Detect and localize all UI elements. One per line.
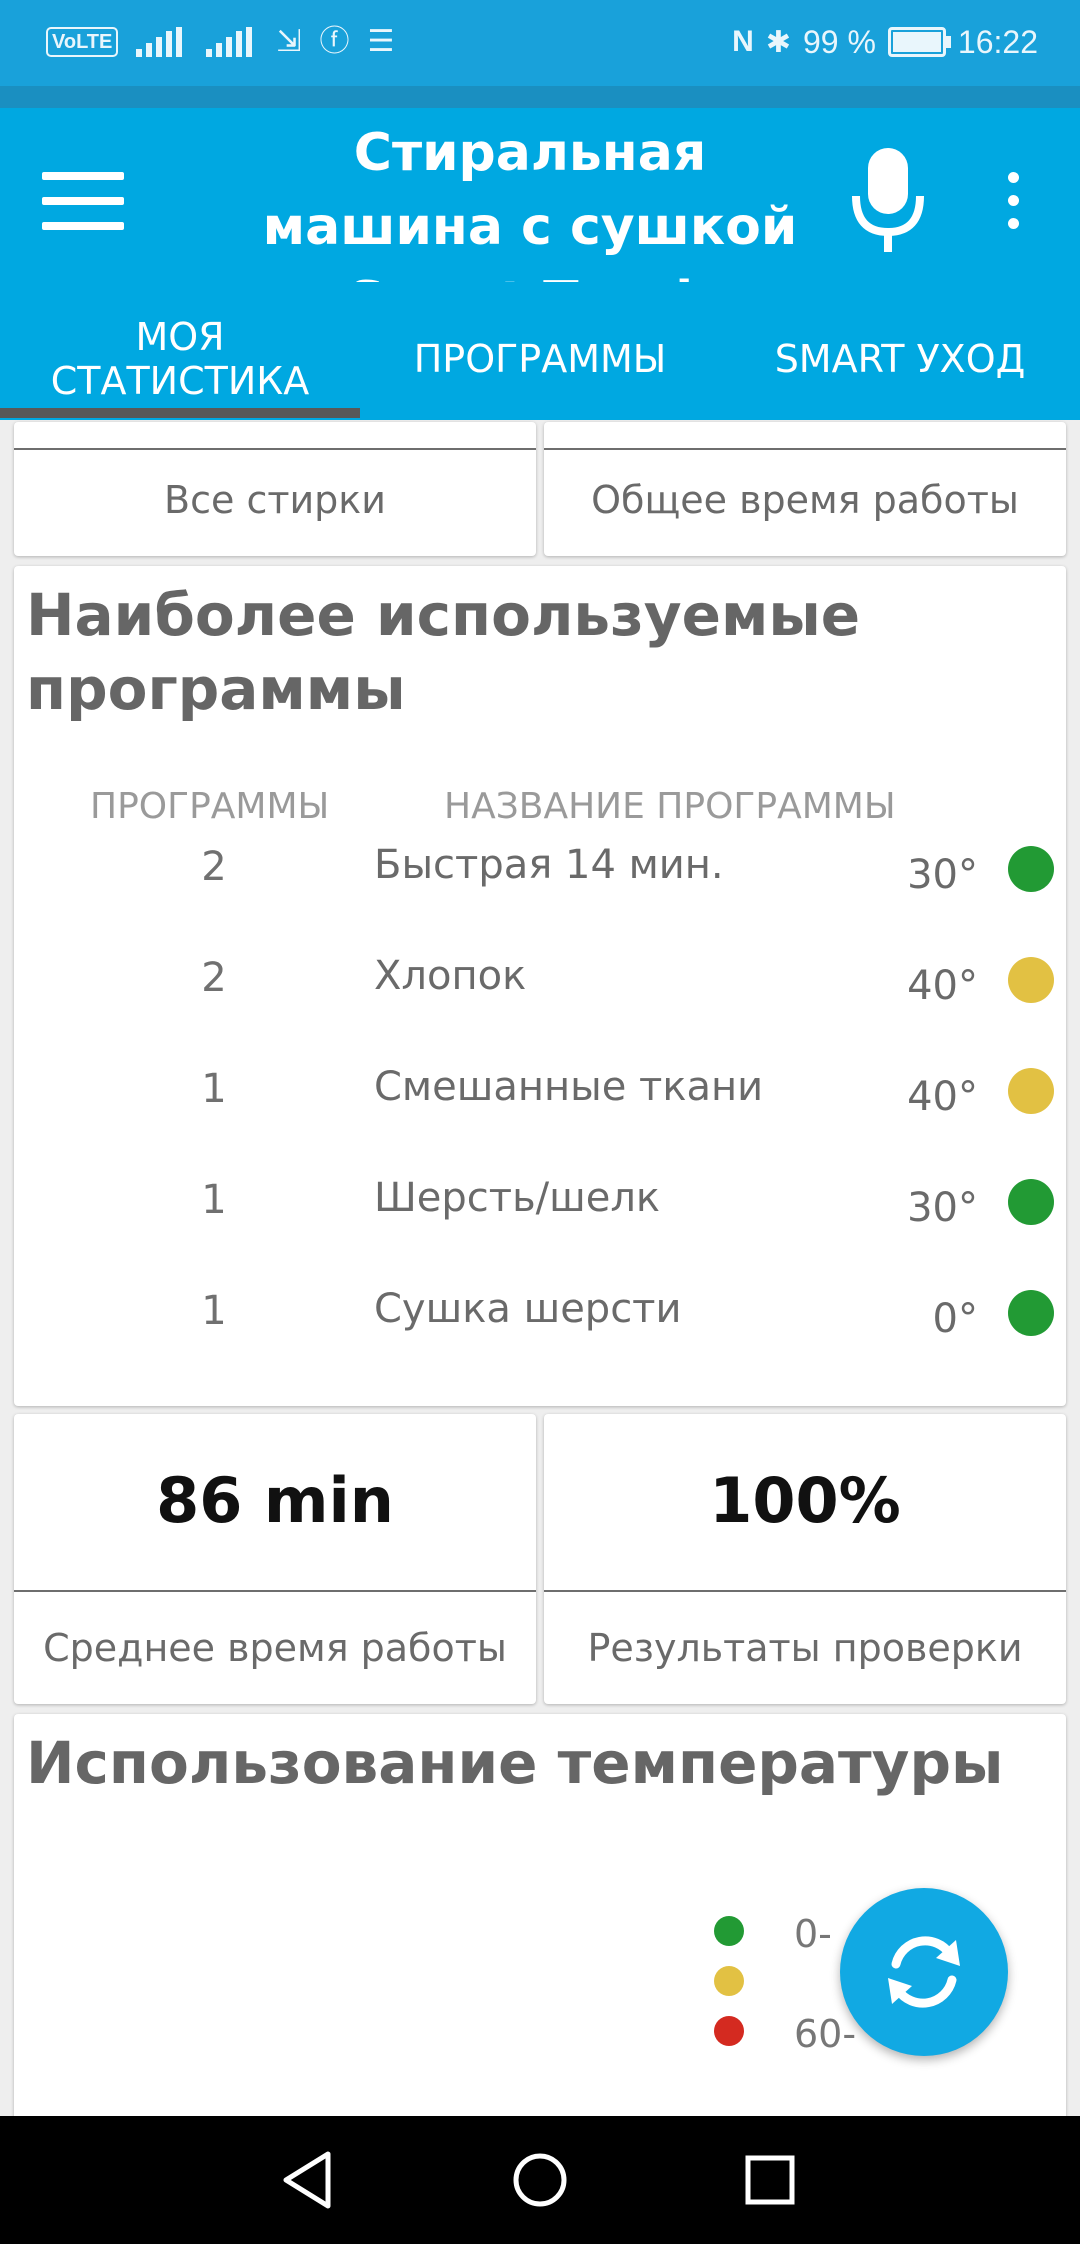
status-left: VoLTE ⇲ ⓕ ☰ (46, 22, 394, 62)
program-row[interactable]: 2 Хлопок 40° (14, 945, 1064, 1025)
legend-dot (714, 1966, 744, 1996)
message-icon: ☰ (367, 25, 395, 58)
facebook-icon: ⓕ (319, 25, 350, 58)
avg-time-label: Среднее время работы (43, 1626, 507, 1670)
signal-icon (136, 27, 188, 57)
program-count: 2 (201, 955, 227, 1001)
program-count: 1 (201, 1288, 227, 1334)
section-title: Использование температуры (26, 1729, 1004, 1797)
microphone-icon[interactable] (848, 144, 928, 256)
program-row[interactable]: 2 Быстрая 14 мин. 30° (14, 834, 1064, 914)
program-temp: 40° (907, 1074, 978, 1120)
tab-label: МОЯ СТАТИСТИКА (50, 315, 310, 403)
status-right: N ✱ 99 % 16:22 (732, 18, 1038, 66)
temp-indicator-dot (1008, 1290, 1054, 1336)
program-row[interactable]: 1 Смешанные ткани 40° (14, 1056, 1064, 1136)
recents-icon[interactable] (730, 2140, 810, 2220)
program-name: Быстрая 14 мин. (374, 842, 724, 888)
hamburger-menu-icon[interactable] (40, 166, 126, 236)
program-count: 1 (201, 1177, 227, 1223)
clock: 16:22 (957, 23, 1038, 60)
program-temp: 30° (907, 1185, 978, 1231)
more-vert-icon[interactable] (988, 166, 1038, 236)
program-temp: 40° (907, 963, 978, 1009)
home-icon[interactable] (500, 2140, 580, 2220)
program-count: 2 (201, 844, 227, 890)
sync-icon (888, 1936, 960, 2008)
temp-indicator-dot (1008, 1179, 1054, 1225)
tab-label: ПРОГРАММЫ (413, 337, 667, 381)
tab-smart-care[interactable]: SMART УХОД (720, 298, 1080, 420)
program-name: Смешанные ткани (374, 1064, 764, 1110)
check-results-label: Результаты проверки (587, 1626, 1023, 1670)
column-header-programs: ПРОГРАММЫ (90, 786, 330, 827)
volte-icon: VoLTE (46, 27, 119, 57)
program-count: 1 (201, 1066, 227, 1112)
nfc-icon: N (732, 25, 754, 58)
total-time-label: Общее время работы (591, 478, 1019, 522)
temp-indicator-dot (1008, 957, 1054, 1003)
all-washes-card: Все стирки (14, 422, 536, 556)
legend-dot (714, 1916, 744, 1946)
temp-indicator-dot (1008, 846, 1054, 892)
tab-label: SMART УХОД (774, 337, 1026, 381)
tab-programs[interactable]: ПРОГРАММЫ (360, 298, 720, 420)
avg-time-value: 86 min (156, 1464, 394, 1537)
signal-icon (206, 27, 258, 57)
back-icon[interactable] (270, 2140, 350, 2220)
tab-my-statistics[interactable]: МОЯ СТАТИСТИКА (0, 298, 360, 420)
program-temp: 0° (932, 1296, 978, 1342)
header-strip (0, 86, 1080, 108)
check-results-card: 100% Результаты проверки (544, 1414, 1066, 1704)
avg-time-card: 86 min Среднее время работы (14, 1414, 536, 1704)
divider (14, 448, 536, 450)
program-name: Шерсть/шелк (374, 1175, 661, 1221)
bluetooth-icon: ✱ (765, 25, 791, 59)
legend-dot (714, 2016, 744, 2046)
system-nav-bar (0, 2116, 1080, 2244)
check-results-value: 100% (709, 1464, 901, 1537)
most-used-card: Наиболее используемые программы ПРОГРАММ… (14, 566, 1066, 1406)
download-icon: ⇲ (276, 25, 302, 58)
program-row[interactable]: 1 Шерсть/шелк 30° (14, 1167, 1064, 1247)
program-name: Хлопок (374, 953, 527, 999)
refresh-button[interactable] (840, 1888, 1008, 2056)
tab-bar: МОЯ СТАТИСТИКА ПРОГРАММЫ SMART УХОД (0, 298, 1080, 420)
program-row[interactable]: 1 Сушка шерсти 0° (14, 1278, 1064, 1358)
divider (14, 1590, 536, 1592)
temp-indicator-dot (1008, 1068, 1054, 1114)
program-name: Сушка шерсти (374, 1286, 682, 1332)
battery-icon (887, 27, 951, 57)
divider (544, 1590, 1066, 1592)
status-bar: VoLTE ⇲ ⓕ ☰ N ✱ 99 % 16:22 (0, 0, 1080, 86)
program-temp: 30° (907, 852, 978, 898)
divider (544, 448, 1066, 450)
app-bar: Стиральная машина с сушкой Smart Touch М… (0, 108, 1080, 420)
section-title: Наиболее используемые программы (26, 581, 861, 723)
tab-indicator (0, 408, 360, 418)
all-washes-label: Все стирки (164, 478, 386, 522)
total-time-card: Общее время работы (544, 422, 1066, 556)
column-header-name: НАЗВАНИЕ ПРОГРАММЫ (444, 786, 896, 827)
page-title: Стиральная машина с сушкой Smart Touch (262, 123, 798, 282)
battery-percent: 99 % (802, 23, 876, 60)
legend-label: 0- (794, 1912, 832, 1956)
